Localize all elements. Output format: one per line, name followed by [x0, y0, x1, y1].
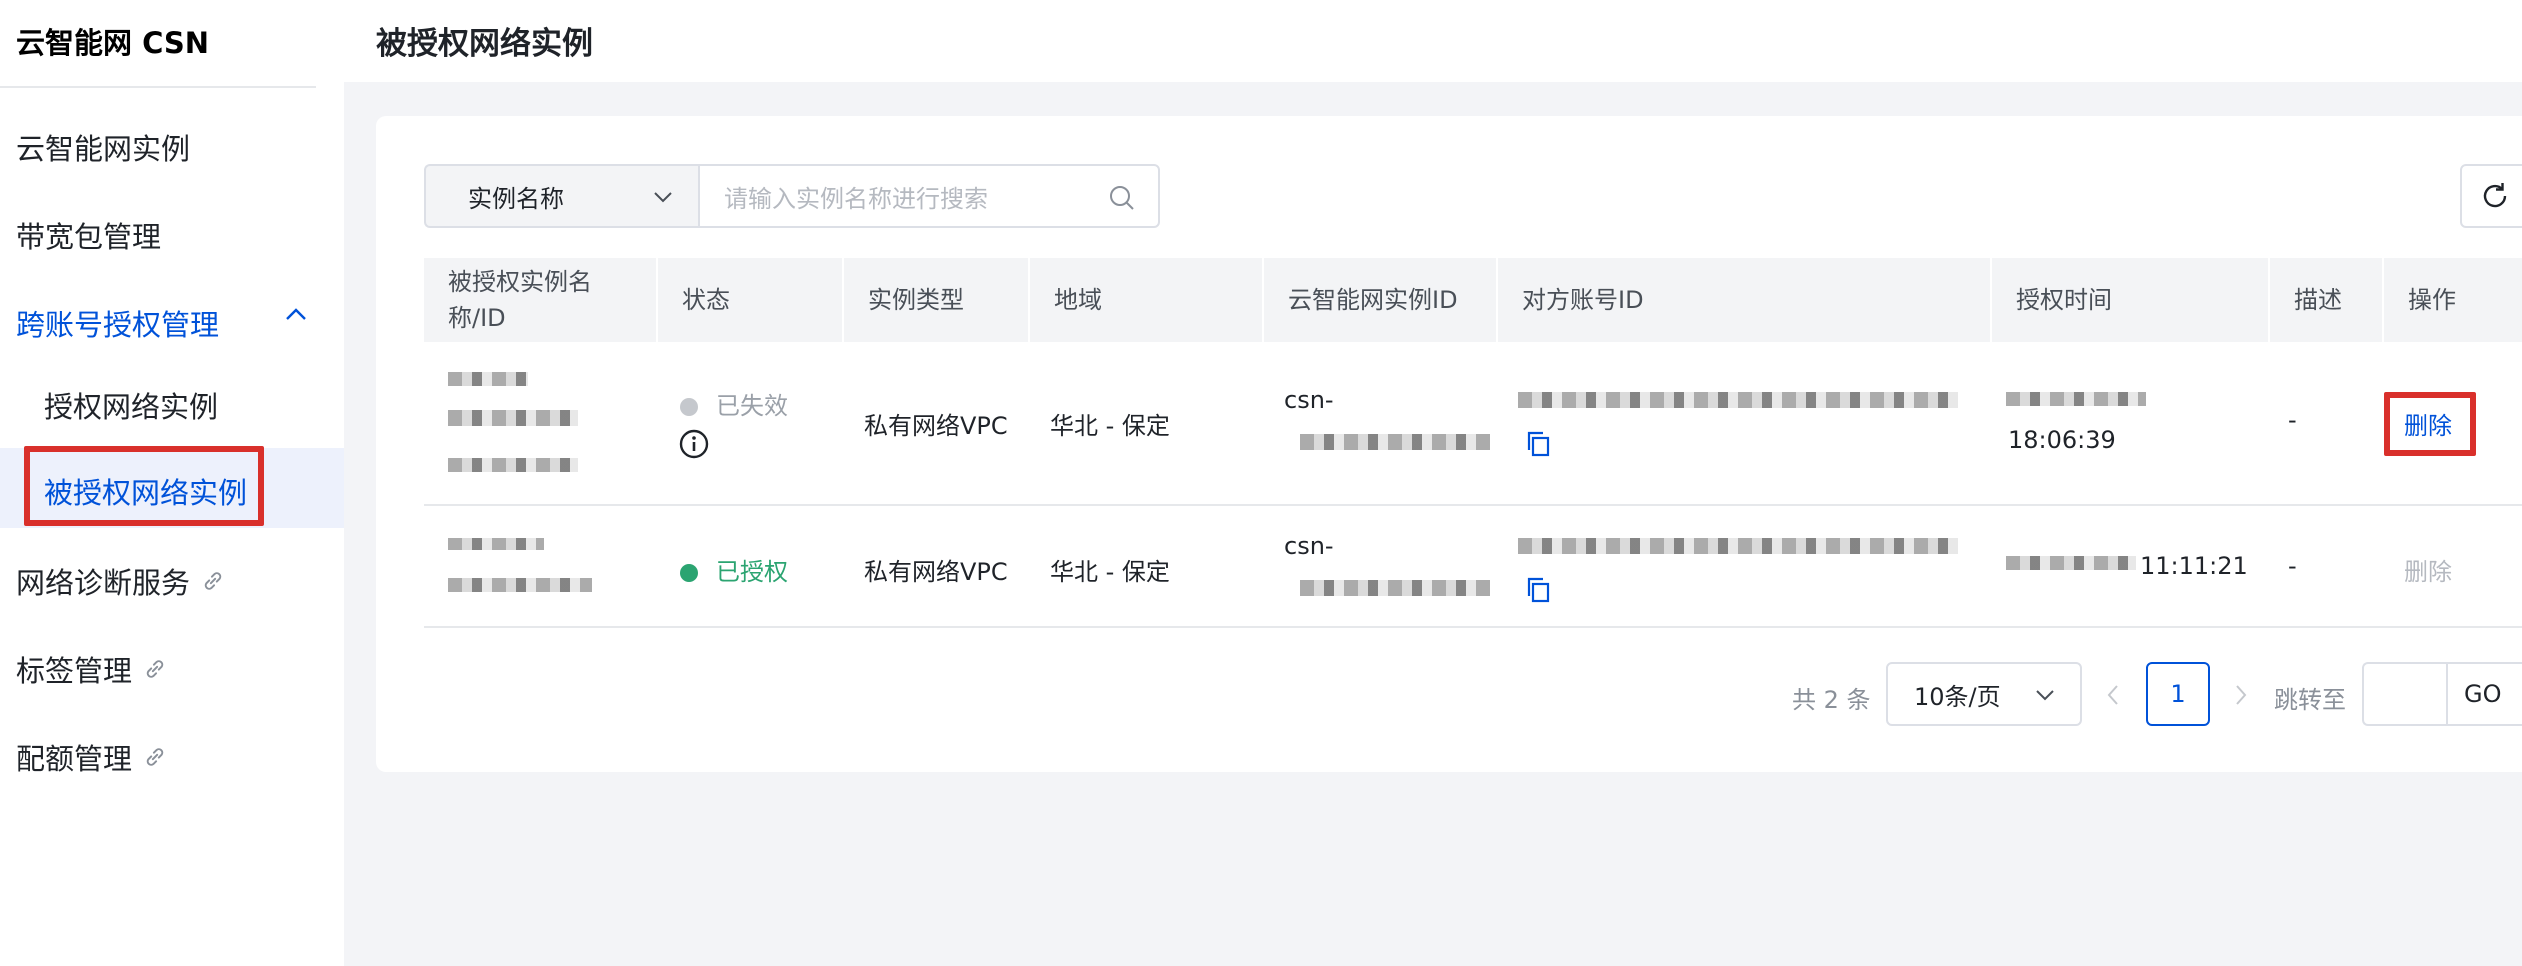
column-header-csn-id: 云智能网实例ID [1264, 258, 1496, 342]
refresh-button[interactable] [2460, 164, 2522, 228]
sidebar-item-diagnostics[interactable]: 网络诊断服务 [16, 560, 226, 602]
redacted-text [2006, 556, 2136, 570]
sidebar-item-csn-instances[interactable]: 云智能网实例 [16, 126, 190, 168]
sidebar-item-tags[interactable]: 标签管理 [16, 648, 168, 690]
column-header-status: 状态 [658, 258, 842, 342]
sidebar-item-label: 标签管理 [16, 654, 133, 688]
redacted-text [448, 410, 578, 426]
chevron-down-icon [2036, 690, 2054, 701]
column-header-type: 实例类型 [844, 258, 1028, 342]
highlight-box [24, 446, 264, 526]
highlight-box [2384, 392, 2476, 456]
instance-type: 私有网络VPC [864, 412, 1008, 440]
description: - [2288, 552, 2297, 580]
sidebar-divider [0, 86, 316, 88]
column-header-name: 被授权实例名称/ID [424, 258, 656, 342]
redacted-text [1300, 580, 1490, 596]
copy-icon[interactable] [1526, 576, 1552, 604]
auth-time: 11:11:21 [2140, 552, 2248, 580]
delete-button[interactable]: 删除 [2404, 552, 2452, 587]
sidebar-item-label: 云智能网实例 [16, 132, 191, 166]
status-dot-icon [680, 564, 698, 582]
jump-divider [2446, 662, 2448, 726]
sidebar: 云智能网 CSN 云智能网实例 带宽包管理 跨账号授权管理 授权网络实例 被授权… [0, 0, 344, 966]
pagination-total: 共 2 条 [1792, 686, 1871, 714]
column-header-actions: 操作 [2384, 258, 2522, 342]
info-icon[interactable] [678, 428, 710, 460]
instance-type: 私有网络VPC [864, 558, 1008, 586]
table-header: 被授权实例名称/ID 状态 实例类型 地域 云智能网实例ID 对方账号ID 授权… [424, 258, 2522, 342]
region: 华北 - 保定 [1050, 558, 1170, 586]
go-button[interactable]: GO [2464, 680, 2502, 708]
region: 华北 - 保定 [1050, 412, 1170, 440]
jump-to-label: 跳转至 [2274, 686, 2346, 714]
redacted-text [1300, 434, 1490, 450]
redacted-text [448, 578, 592, 592]
brand-title: 云智能网 CSN [16, 26, 210, 60]
search-input[interactable]: 请输入实例名称进行搜索 [698, 164, 1160, 228]
sidebar-item-authorized-instances[interactable]: 授权网络实例 [44, 384, 218, 426]
row-divider [424, 504, 2522, 506]
page-number-current[interactable]: 1 [2146, 662, 2210, 726]
search-field-select[interactable]: 实例名称 [424, 164, 698, 228]
copy-icon[interactable] [1526, 430, 1552, 458]
column-header-peer-account: 对方账号ID [1498, 258, 1990, 342]
redacted-text [448, 372, 528, 386]
refresh-icon [2483, 183, 2507, 208]
sidebar-item-label: 带宽包管理 [16, 220, 162, 254]
status-badge: 已授权 [680, 552, 788, 587]
redacted-text [448, 538, 544, 550]
page-size-label: 10条/页 [1914, 682, 2001, 711]
redacted-text [448, 458, 578, 472]
prev-page-icon[interactable] [2104, 682, 2122, 708]
page-size-select[interactable]: 10条/页 [1886, 662, 2082, 726]
redacted-text [1518, 538, 1958, 554]
external-link-icon [146, 748, 164, 766]
sidebar-item-label: 配额管理 [16, 742, 133, 776]
csn-id-prefix: csn- [1284, 386, 1334, 414]
status-badge: 已失效 [680, 386, 788, 421]
csn-id-prefix: csn- [1284, 532, 1334, 560]
status-dot-icon [680, 398, 698, 416]
next-page-icon[interactable] [2232, 682, 2250, 708]
auth-time: 18:06:39 [2008, 426, 2116, 454]
page-title: 被授权网络实例 [376, 26, 593, 62]
column-header-region: 地域 [1030, 258, 1262, 342]
sidebar-item-label: 网络诊断服务 [16, 566, 191, 600]
sidebar-item-label: 授权网络实例 [44, 390, 219, 424]
search-placeholder: 请输入实例名称进行搜索 [724, 184, 988, 213]
row-divider [424, 626, 2522, 628]
chevron-down-icon [654, 192, 672, 203]
search-icon[interactable] [1108, 184, 1136, 212]
column-header-auth-time: 授权时间 [1992, 258, 2268, 342]
sidebar-item-cross-account[interactable]: 跨账号授权管理 [16, 302, 219, 344]
description: - [2288, 406, 2297, 434]
sidebar-item-label: 跨账号授权管理 [16, 308, 220, 342]
external-link-icon [204, 572, 222, 590]
search-field-label: 实例名称 [468, 184, 564, 213]
external-link-icon [146, 660, 164, 678]
column-header-description: 描述 [2270, 258, 2382, 342]
redacted-text [1518, 392, 1958, 408]
redacted-text [2006, 392, 2146, 406]
sidebar-item-bandwidth[interactable]: 带宽包管理 [16, 214, 161, 256]
sidebar-item-quota[interactable]: 配额管理 [16, 736, 168, 778]
chevron-up-icon[interactable] [284, 306, 308, 322]
